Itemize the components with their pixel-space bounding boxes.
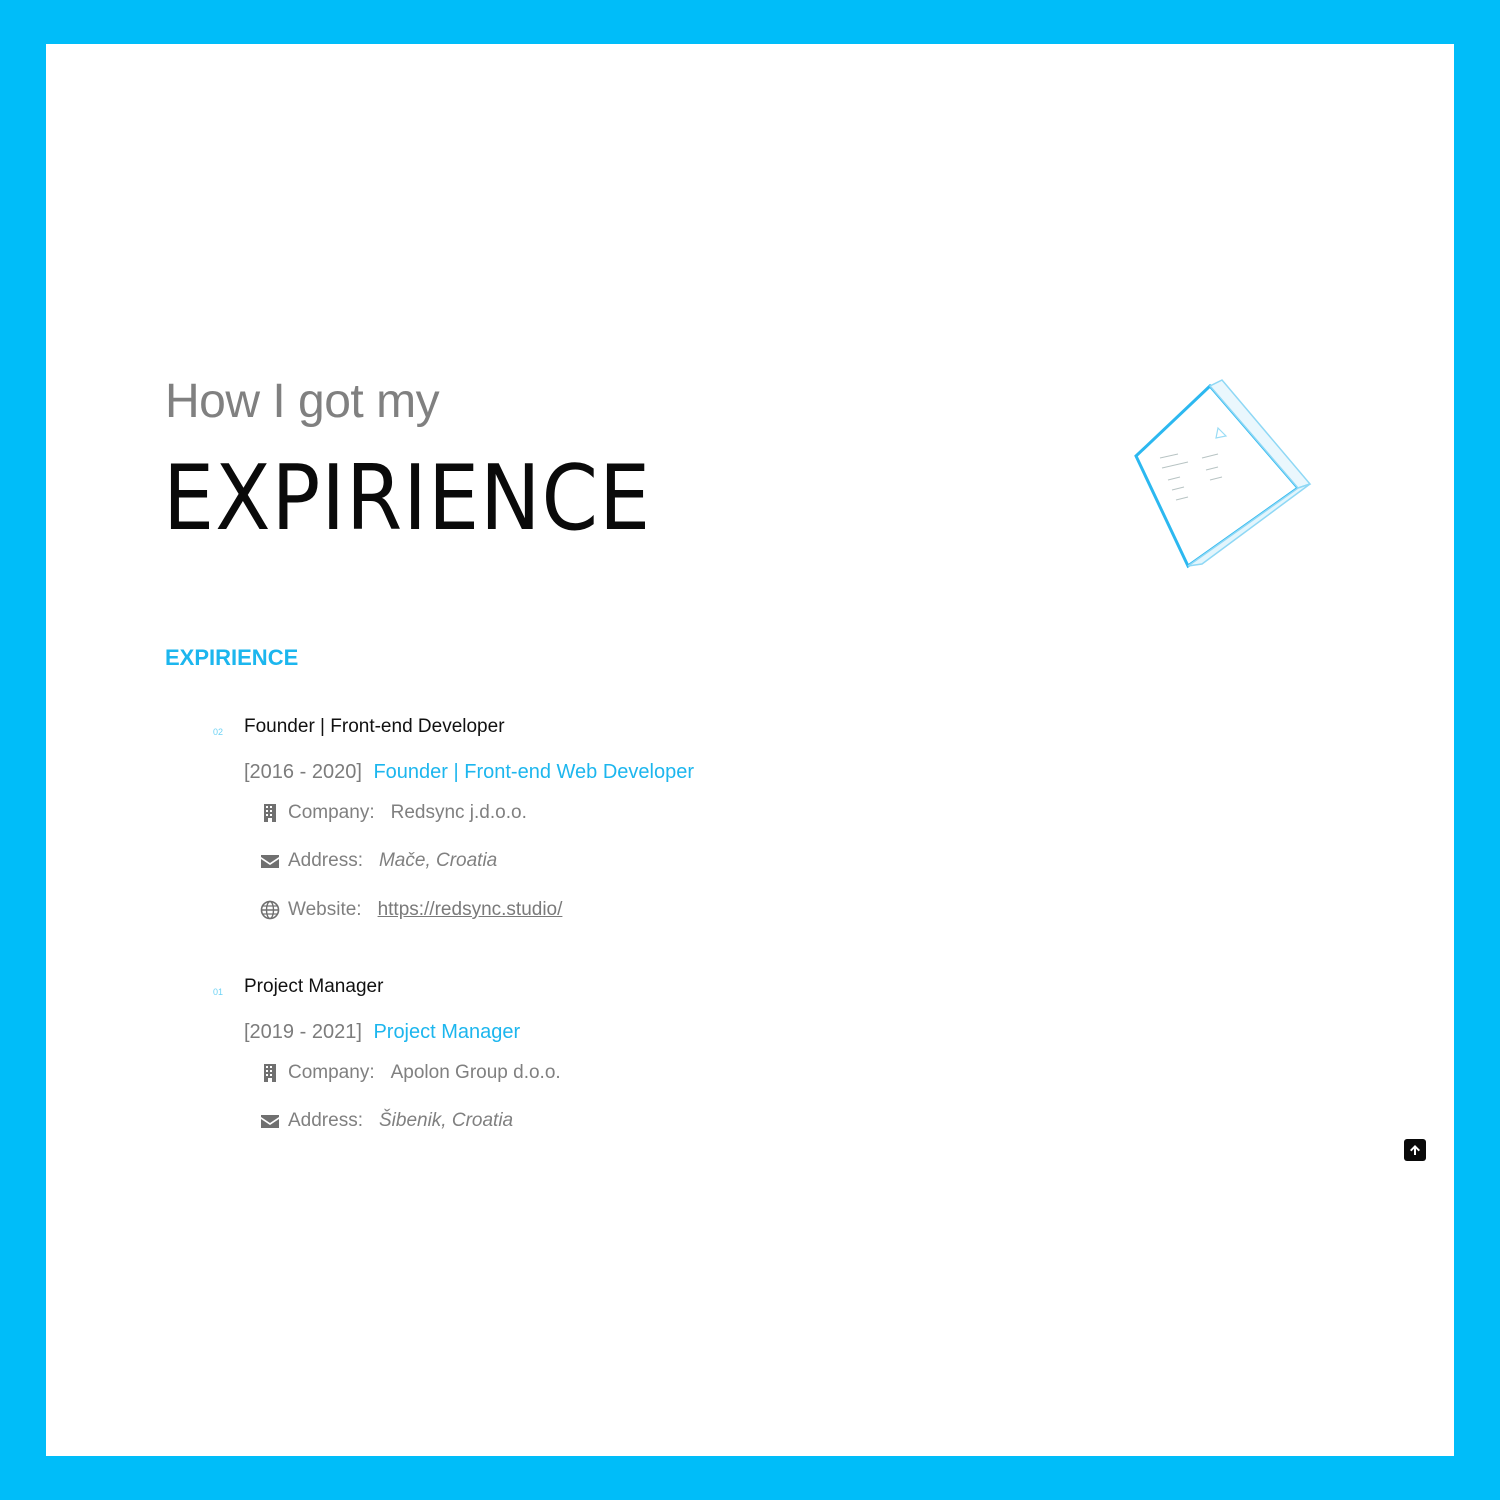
page-title: EXPIRIENCE [163, 446, 652, 551]
company-label: Company: [288, 802, 375, 823]
page-frame: How I got my EXPIRIENCE EXPIRIENCE 02 Fo… [46, 44, 1454, 1456]
company-row: Company: Redsync j.d.o.o. [260, 802, 527, 824]
address-row: Address: Šibenik, Croatia [260, 1110, 513, 1132]
arrow-up-icon [1410, 1145, 1420, 1155]
section-label: EXPIRIENCE [165, 645, 299, 670]
scroll-top-button[interactable] [1404, 1139, 1426, 1161]
page-subtitle: How I got my [165, 375, 440, 428]
job-period: [2016 - 2020] [244, 761, 362, 783]
company-value: Apolon Group d.o.o. [390, 1062, 561, 1083]
cube-illustration [1134, 379, 1312, 569]
building-icon [264, 1064, 276, 1082]
building-icon [264, 804, 276, 822]
website-link[interactable]: https://redsync.studio/ [378, 899, 563, 921]
address-row: Address: Mače, Croatia [260, 850, 497, 872]
job-role: Founder | Front-end Web Developer [373, 761, 694, 783]
website-row: Website: https://redsync.studio/ [260, 899, 562, 921]
job-title: Founder | Front-end Developer [244, 716, 505, 737]
company-value: Redsync j.d.o.o. [390, 802, 527, 823]
address-label: Address: [288, 850, 363, 871]
address-label: Address: [288, 1110, 363, 1131]
envelope-icon [261, 1115, 279, 1128]
address-value: Šibenik, Croatia [378, 1110, 514, 1131]
envelope-icon [261, 855, 279, 868]
job-number: 01 [213, 987, 224, 997]
address-value: Mače, Croatia [378, 850, 498, 871]
job-subtitle: [2016 - 2020] Founder | Front-end Web De… [244, 761, 694, 784]
job-number: 02 [213, 727, 224, 737]
website-label: Website: [288, 899, 362, 920]
company-label: Company: [288, 1062, 375, 1083]
company-row: Company: Apolon Group d.o.o. [260, 1062, 561, 1084]
job-subtitle: [2019 - 2021] Project Manager [244, 1021, 520, 1044]
job-period: [2019 - 2021] [244, 1021, 362, 1043]
job-title: Project Manager [244, 976, 384, 997]
job-role: Project Manager [373, 1021, 521, 1043]
globe-icon [260, 900, 280, 920]
